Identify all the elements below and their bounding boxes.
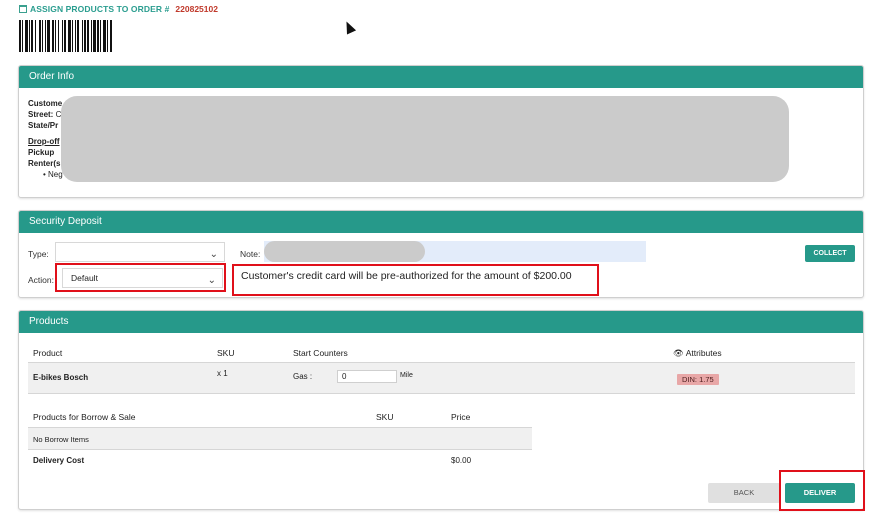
calendar-icon	[19, 5, 27, 13]
order-info-panel: Order Info Custome Street: C State/Pr Dr…	[18, 65, 864, 198]
renter-label: Renter(s	[28, 159, 61, 168]
gas-counter-input[interactable]: 0	[337, 370, 397, 383]
col-sku: SKU	[217, 348, 235, 358]
divider	[28, 449, 532, 450]
col-price: Price	[451, 412, 471, 422]
product-qty: x 1	[217, 369, 228, 378]
redacted-area	[61, 96, 789, 182]
mouse-cursor-icon	[341, 19, 357, 35]
counter-label: Gas :	[293, 372, 313, 381]
delivery-cost-label: Delivery Cost	[33, 456, 85, 465]
products-panel: Products Product SKU Start Counters 👁 At…	[18, 310, 865, 511]
order-info-heading: Order Info	[19, 66, 863, 88]
type-select[interactable]: ⌄	[55, 242, 225, 262]
table-row	[28, 428, 532, 449]
action-highlight	[55, 263, 226, 292]
dropoff-label: Drop-off	[28, 137, 60, 146]
col-borrow-sale: Products for Borrow & Sale	[33, 412, 136, 422]
redacted-note	[264, 241, 425, 262]
pickup-label: Pickup	[28, 148, 55, 157]
no-borrow-items: No Borrow Items	[33, 435, 89, 444]
security-deposit-panel: Security Deposit Type: ⌄ Note: COLLECT A…	[18, 210, 864, 298]
order-info-details: Custome Street: C State/Pr Drop-off Pick…	[28, 99, 63, 179]
col-attributes-label: Attributes	[685, 348, 722, 358]
action-label: Action:	[28, 275, 54, 285]
table-row	[28, 363, 855, 393]
back-button[interactable]: BACK	[708, 483, 780, 503]
page-title-text: ASSIGN PRODUCTS TO ORDER #	[30, 4, 170, 14]
chevron-down-icon: ⌄	[209, 249, 218, 260]
note-label: Note:	[240, 249, 261, 259]
col-borrow-sku: SKU	[376, 412, 394, 422]
divider	[28, 393, 855, 394]
delivery-cost-value: $0.00	[451, 456, 472, 465]
preauth-highlight	[232, 264, 599, 296]
barcode	[19, 20, 169, 52]
order-number: 220825102	[175, 4, 218, 14]
col-attributes: 👁 Attributes	[673, 348, 722, 359]
product-name: E-bikes Bosch	[33, 373, 89, 382]
street-label: Street:	[28, 110, 54, 119]
customer-label: Custome	[28, 99, 63, 108]
attribute-badge: DIN: 1.75	[677, 374, 719, 385]
security-deposit-heading: Security Deposit	[19, 211, 863, 233]
eye-icon: 👁	[673, 348, 684, 358]
state-label: State/Pr	[28, 121, 59, 130]
page-title: ASSIGN PRODUCTS TO ORDER # 220825102	[19, 4, 218, 14]
col-product: Product	[33, 348, 63, 358]
counter-unit: Mile	[400, 372, 413, 379]
renter-item: Neg	[48, 170, 63, 179]
products-heading: Products	[19, 311, 863, 333]
deliver-highlight	[779, 470, 865, 511]
type-label: Type:	[28, 249, 49, 259]
col-start-counters: Start Counters	[293, 348, 348, 358]
collect-button[interactable]: COLLECT	[805, 245, 855, 262]
